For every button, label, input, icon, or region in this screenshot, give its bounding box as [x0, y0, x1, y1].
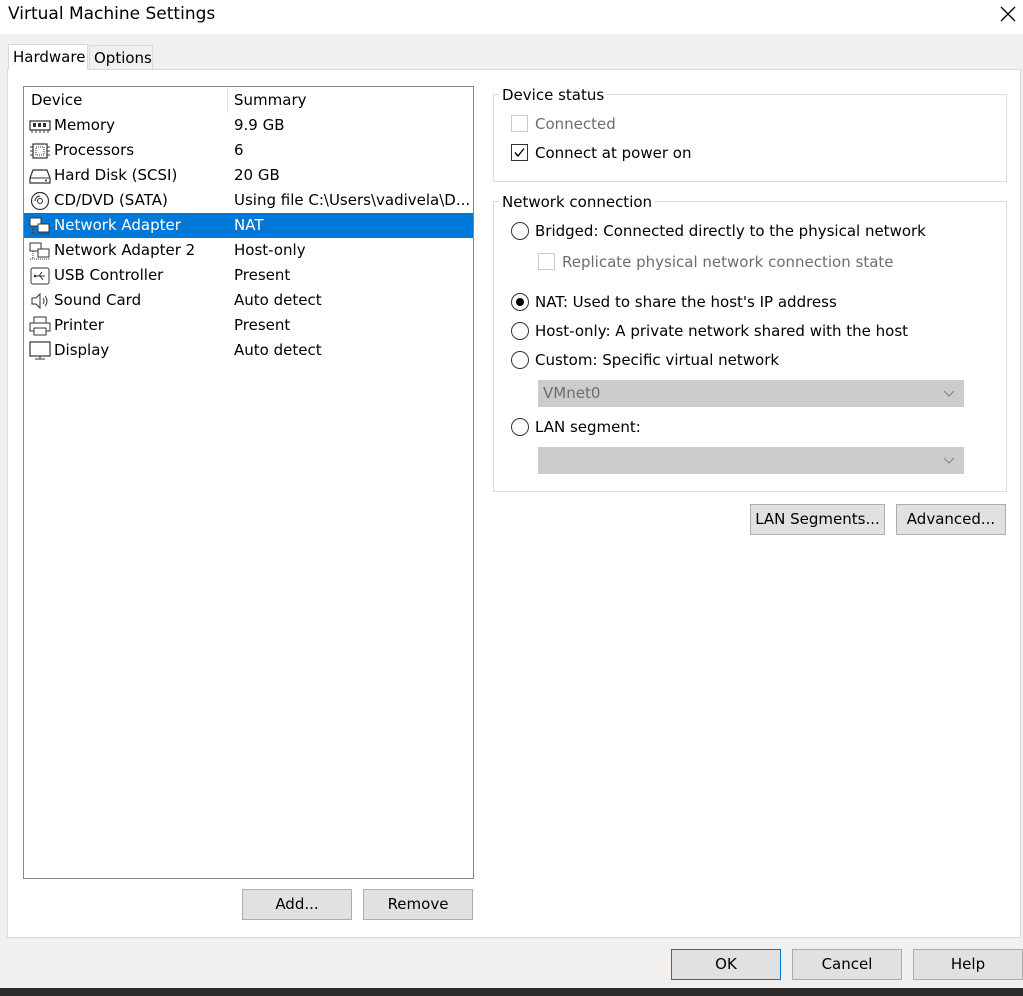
custom-label: Custom: Specific virtual network	[535, 351, 780, 369]
monitor-icon	[29, 341, 51, 360]
usb-icon	[30, 267, 50, 285]
device-row-printer[interactable]: Printer Present	[24, 313, 473, 338]
lan-segment-label: LAN segment:	[535, 418, 641, 436]
device-summary: 6	[234, 141, 244, 159]
close-button[interactable]	[996, 2, 1020, 26]
checkmark-icon	[514, 148, 525, 158]
connected-checkbox[interactable]	[511, 115, 528, 132]
lan-segment-radio[interactable]	[511, 418, 529, 436]
device-row-processors[interactable]: Processors 6	[24, 138, 473, 163]
network-adapter-icon	[29, 217, 50, 235]
column-header-summary[interactable]: Summary	[234, 87, 307, 113]
cancel-button[interactable]: Cancel	[792, 949, 902, 980]
chevron-down-icon	[943, 457, 955, 464]
cd-dvd-icon	[30, 191, 50, 211]
device-row-network-adapter[interactable]: Network Adapter NAT	[24, 213, 473, 238]
device-status-legend: Device status	[499, 86, 608, 104]
hard-disk-icon	[29, 169, 51, 184]
nat-radio[interactable]	[511, 293, 529, 311]
title-bar: Virtual Machine Settings	[0, 0, 1023, 34]
connect-at-power-on-label: Connect at power on	[535, 144, 692, 162]
device-row-hard-disk[interactable]: Hard Disk (SCSI) 20 GB	[24, 163, 473, 188]
host-only-label: Host-only: A private network shared with…	[535, 322, 909, 340]
device-name: Sound Card	[54, 291, 142, 309]
device-name: Hard Disk (SCSI)	[54, 166, 178, 184]
custom-network-value: VMnet0	[543, 384, 601, 402]
device-name: Network Adapter 2	[54, 241, 196, 259]
column-header-device[interactable]: Device	[31, 87, 82, 113]
advanced-button[interactable]: Advanced...	[896, 504, 1006, 535]
tab-options[interactable]: Options	[89, 45, 153, 70]
memory-icon	[29, 120, 51, 133]
taskbar-strip	[0, 988, 1023, 996]
bridged-label: Bridged: Connected directly to the physi…	[535, 222, 926, 240]
device-row-usb-controller[interactable]: USB Controller Present	[24, 263, 473, 288]
tab-hardware[interactable]: Hardware	[8, 44, 88, 70]
device-name: Printer	[54, 316, 104, 334]
device-row-cd-dvd[interactable]: CD/DVD (SATA) Using file C:\Users\vadive…	[24, 188, 473, 213]
device-summary: Using file C:\Users\vadivela\D...	[234, 191, 471, 209]
network-adapter-icon	[29, 242, 50, 260]
window-title: Virtual Machine Settings	[8, 4, 216, 24]
device-name: Display	[54, 341, 110, 359]
custom-network-select[interactable]: VMnet0	[538, 380, 964, 407]
lan-segments-button[interactable]: LAN Segments...	[750, 504, 885, 535]
radio-selected-dot	[516, 298, 524, 306]
speaker-icon	[31, 292, 48, 310]
device-name: Network Adapter	[54, 216, 181, 234]
device-summary: Present	[234, 266, 291, 284]
device-summary: Present	[234, 316, 291, 334]
host-only-radio[interactable]	[511, 322, 529, 340]
device-name: CD/DVD (SATA)	[54, 191, 168, 209]
remove-device-button[interactable]: Remove	[363, 889, 473, 920]
device-row-network-adapter-2[interactable]: Network Adapter 2 Host-only	[24, 238, 473, 263]
device-summary: NAT	[234, 216, 264, 234]
close-icon	[1000, 6, 1016, 22]
device-list-header: Device Summary	[24, 87, 473, 113]
help-button[interactable]: Help	[913, 949, 1023, 980]
lan-segment-select[interactable]	[538, 447, 964, 474]
ok-button[interactable]: OK	[671, 949, 781, 980]
chevron-down-icon	[943, 390, 955, 397]
device-summary: 9.9 GB	[234, 116, 285, 134]
device-name: USB Controller	[54, 266, 164, 284]
printer-icon	[29, 316, 51, 336]
device-summary: 20 GB	[234, 166, 280, 184]
network-connection-legend: Network connection	[499, 193, 656, 211]
device-summary: Auto detect	[234, 291, 322, 309]
device-row-display[interactable]: Display Auto detect	[24, 338, 473, 363]
device-name: Memory	[54, 116, 116, 134]
device-row-sound-card[interactable]: Sound Card Auto detect	[24, 288, 473, 313]
replicate-state-checkbox[interactable]	[538, 253, 555, 270]
device-status-group	[493, 94, 1007, 182]
nat-label: NAT: Used to share the host's IP address	[535, 293, 837, 311]
device-row-memory[interactable]: Memory 9.9 GB	[24, 113, 473, 138]
replicate-state-label: Replicate physical network connection st…	[562, 253, 894, 271]
device-summary: Host-only	[234, 241, 306, 259]
add-device-button[interactable]: Add...	[242, 889, 352, 920]
column-separator[interactable]	[227, 87, 228, 113]
connect-at-power-on-checkbox[interactable]	[511, 144, 528, 161]
device-name: Processors	[54, 141, 135, 159]
tab-hardware-label: Hardware	[13, 48, 86, 66]
bridged-radio[interactable]	[511, 222, 529, 240]
device-list[interactable]: Device Summary Memory 9.9 GB Processors …	[23, 86, 474, 879]
connected-label: Connected	[535, 115, 616, 133]
processor-icon	[30, 143, 50, 159]
tab-options-label: Options	[94, 49, 152, 67]
custom-radio[interactable]	[511, 351, 529, 369]
device-summary: Auto detect	[234, 341, 322, 359]
